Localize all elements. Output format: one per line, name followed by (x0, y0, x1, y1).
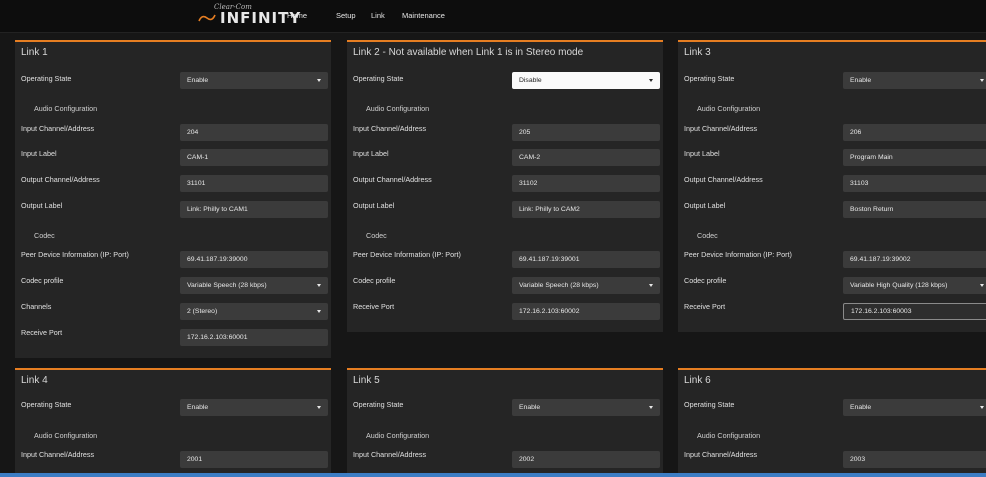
operating-state-label: Operating State (684, 400, 735, 409)
infinity-symbol-icon (198, 14, 216, 22)
codec-heading: Codec (34, 231, 55, 240)
receive-port-field[interactable]: 172.16.2.103:60003 (843, 303, 986, 320)
codec-profile-select[interactable]: Variable Speech (28 kbps) (512, 277, 660, 294)
peer-device-label: Peer Device Information (IP: Port) (21, 250, 129, 259)
nav-link[interactable]: Link (371, 11, 385, 20)
codec-profile-label: Codec profile (353, 276, 396, 285)
operating-state-select[interactable]: Enable (512, 399, 660, 416)
panel-title: Link 1 (21, 47, 48, 58)
input-channel-label: Input Channel/Address (21, 450, 95, 459)
nav-maintenance[interactable]: Maintenance (402, 11, 445, 20)
input-channel-field[interactable]: 206 (843, 124, 986, 141)
codec-profile-select[interactable]: Variable High Quality (128 kbps) (843, 277, 986, 294)
input-channel-label: Input Channel/Address (684, 450, 758, 459)
output-label-label: Output Label (21, 201, 63, 210)
codec-profile-select[interactable]: Variable Speech (28 kbps) (180, 277, 328, 294)
operating-state-select[interactable]: Enable (843, 72, 986, 89)
input-channel-label: Input Channel/Address (684, 124, 758, 133)
operating-state-label: Operating State (21, 74, 72, 83)
operating-state-label: Operating State (684, 74, 735, 83)
top-navbar: Clear-Com INFINITY Home Setup Link Maint… (0, 0, 986, 33)
panel-title: Link 6 (684, 375, 711, 386)
receive-port-field[interactable]: 172.16.2.103:60001 (180, 329, 328, 346)
receive-port-label: Receive Port (21, 328, 63, 337)
receive-port-label: Receive Port (684, 302, 726, 311)
operating-state-select[interactable]: Enable (180, 72, 328, 89)
codec-heading: Codec (697, 231, 718, 240)
channels-label: Channels (21, 302, 52, 311)
output-channel-field[interactable]: 31102 (512, 175, 660, 192)
panel-title: Link 2 - Not available when Link 1 is in… (353, 47, 584, 58)
input-label-field[interactable]: CAM-2 (512, 149, 660, 166)
output-channel-field[interactable]: 31103 (843, 175, 986, 192)
operating-state-select[interactable]: Disable (512, 72, 660, 89)
panel-title: Link 4 (21, 375, 48, 386)
input-channel-field[interactable]: 205 (512, 124, 660, 141)
peer-device-label: Peer Device Information (IP: Port) (684, 250, 792, 259)
operating-state-select[interactable]: Enable (843, 399, 986, 416)
link-3-panel: Link 3 Operating State Enable Audio Conf… (678, 40, 986, 332)
link-2-panel: Link 2 - Not available when Link 1 is in… (347, 40, 663, 332)
panel-title: Link 5 (353, 375, 380, 386)
receive-port-field[interactable]: 172.16.2.103:60002 (512, 303, 660, 320)
receive-port-label: Receive Port (353, 302, 395, 311)
output-label-field[interactable]: Link: Philly to CAM1 (180, 201, 328, 218)
panel-title: Link 3 (684, 47, 711, 58)
output-channel-label: Output Channel/Address (353, 175, 432, 184)
input-channel-field[interactable]: 2002 (512, 451, 660, 468)
input-channel-label: Input Channel/Address (353, 124, 427, 133)
input-channel-field[interactable]: 2001 (180, 451, 328, 468)
peer-device-field[interactable]: 69.41.187.19:39001 (512, 251, 660, 268)
operating-state-label: Operating State (353, 74, 404, 83)
link-5-panel: Link 5 Operating State Enable Audio Conf… (347, 368, 663, 473)
infinity-logo[interactable]: Clear-Com INFINITY (198, 3, 301, 28)
codec-heading: Codec (366, 231, 387, 240)
operating-state-select[interactable]: Enable (180, 399, 328, 416)
peer-device-field[interactable]: 69.41.187.19:39002 (843, 251, 986, 268)
peer-device-field[interactable]: 69.41.187.19:39000 (180, 251, 328, 268)
input-label-label: Input Label (21, 149, 57, 158)
output-channel-field[interactable]: 31101 (180, 175, 328, 192)
peer-device-label: Peer Device Information (IP: Port) (353, 250, 461, 259)
nav-setup[interactable]: Setup (336, 11, 356, 20)
codec-profile-label: Codec profile (21, 276, 64, 285)
input-label-label: Input Label (353, 149, 389, 158)
logo-script-text: Clear-Com (214, 3, 252, 11)
codec-profile-label: Codec profile (684, 276, 727, 285)
channels-select[interactable]: 2 (Stereo) (180, 303, 328, 320)
input-channel-label: Input Channel/Address (21, 124, 95, 133)
output-label-label: Output Label (353, 201, 395, 210)
output-channel-label: Output Channel/Address (684, 175, 763, 184)
input-label-field[interactable]: CAM-1 (180, 149, 328, 166)
input-label-field[interactable]: Program Main (843, 149, 986, 166)
link-1-panel: Link 1 Operating State Enable Audio Conf… (15, 40, 331, 358)
audio-config-heading: Audio Configuration (366, 431, 430, 440)
output-label-field[interactable]: Boston Return (843, 201, 986, 218)
audio-config-heading: Audio Configuration (697, 431, 761, 440)
input-channel-field[interactable]: 204 (180, 124, 328, 141)
audio-config-heading: Audio Configuration (34, 104, 98, 113)
input-channel-label: Input Channel/Address (353, 450, 427, 459)
operating-state-label: Operating State (353, 400, 404, 409)
audio-config-heading: Audio Configuration (697, 104, 761, 113)
output-channel-label: Output Channel/Address (21, 175, 100, 184)
audio-config-heading: Audio Configuration (366, 104, 430, 113)
nav-home[interactable]: Home (287, 11, 307, 20)
operating-state-label: Operating State (21, 400, 72, 409)
output-label-field[interactable]: Link: Philly to CAM2 (512, 201, 660, 218)
output-label-label: Output Label (684, 201, 726, 210)
bottom-accent-bar (0, 473, 986, 477)
link-6-panel: Link 6 Operating State Enable Audio Conf… (678, 368, 986, 473)
link-4-panel: Link 4 Operating State Enable Audio Conf… (15, 368, 331, 473)
input-channel-field[interactable]: 2003 (843, 451, 986, 468)
input-label-label: Input Label (684, 149, 720, 158)
audio-config-heading: Audio Configuration (34, 431, 98, 440)
